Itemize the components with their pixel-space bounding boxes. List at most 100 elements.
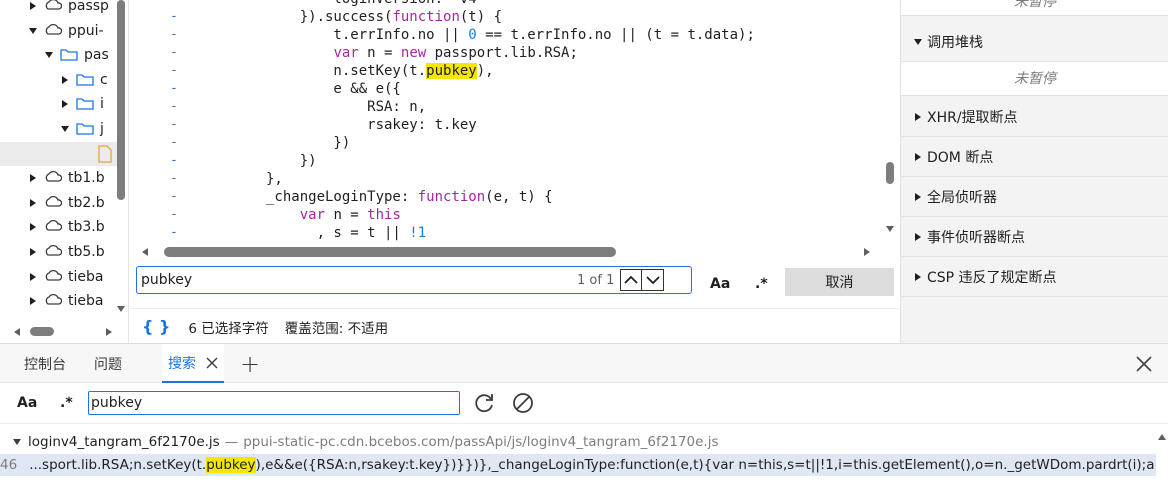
tab-issues[interactable]: 问题 [94, 344, 122, 383]
code-horizontal-scrollbar[interactable] [130, 243, 882, 261]
code-line-text: }, [266, 171, 283, 187]
close-drawer-button[interactable] [1136, 344, 1152, 383]
find-previous-button[interactable] [620, 269, 643, 291]
tab-search-label: 搜索 [168, 355, 196, 372]
scroll-left-arrow-icon[interactable] [12, 327, 22, 337]
search-toolbar: Aa .* [0, 383, 1168, 423]
breakpoint-section-header[interactable]: XHR/提取断点 [901, 97, 1168, 137]
triangle-down-icon[interactable] [44, 50, 54, 60]
gutter-marker: - [170, 45, 178, 60]
scroll-down-arrow-icon[interactable] [885, 224, 895, 234]
breakpoint-section-header[interactable]: DOM 断点 [901, 137, 1168, 177]
tree-item[interactable] [0, 141, 118, 166]
tree-item[interactable]: i [60, 92, 104, 116]
find-next-button[interactable] [642, 269, 665, 291]
code-line: - loginVersion: 'v4' [130, 0, 900, 8]
triangle-right-icon [915, 272, 921, 281]
scroll-down-arrow-icon[interactable] [116, 304, 126, 314]
code-line-text: n.setKey(t.pubkey), [266, 63, 494, 79]
tree-item[interactable]: tieba [28, 289, 103, 313]
tree-item[interactable]: j [60, 117, 104, 141]
breakpoint-section-label: CSP 违反了规定断点 [927, 269, 1057, 286]
tree-item-label: tb1.b [68, 170, 105, 187]
breakpoint-section-header[interactable]: 事件侦听器断点 [901, 217, 1168, 257]
tree-item[interactable]: tb2.b [28, 191, 105, 215]
cloud-icon [45, 171, 62, 182]
refresh-icon[interactable] [472, 391, 496, 415]
find-match-count: 1 of 1 [577, 272, 615, 288]
folder-icon [76, 123, 94, 135]
gutter-marker: - [170, 81, 178, 96]
tree-horizontal-scrollbar[interactable] [0, 322, 128, 342]
search-match-case-toggle[interactable]: Aa [17, 395, 37, 411]
search-regex-toggle[interactable]: .* [60, 395, 73, 411]
code-line-text: rsakey: t.key [266, 117, 477, 133]
triangle-right-icon[interactable] [28, 222, 38, 232]
triangle-right-icon[interactable] [28, 198, 38, 208]
tree-item[interactable]: tb3.b [28, 215, 105, 239]
tree-item-label: tieba [68, 268, 104, 285]
folder-icon [76, 98, 94, 111]
tree-item[interactable]: tieba [28, 265, 103, 289]
add-tab-button[interactable]: + [240, 344, 260, 383]
triangle-down-icon[interactable] [60, 124, 70, 134]
debugger-sidebar: 未暂停 调用堆栈 未暂停 XHR/提取断点 DOM 断点 全局侦听器 事件侦听器断点 C… [900, 0, 1168, 343]
triangle-right-icon[interactable] [60, 99, 70, 109]
tree-vertical-scroll-thumb[interactable] [117, 0, 125, 200]
code-line-text: loginVersion: 'v4' [266, 0, 485, 8]
triangle-down-icon[interactable] [28, 26, 38, 36]
find-match-case-toggle[interactable]: Aa [710, 276, 730, 292]
code-match-highlight: pubkey [426, 63, 477, 79]
scroll-right-arrow-icon[interactable] [104, 327, 114, 337]
tree-horizontal-scroll-thumb[interactable] [30, 327, 54, 336]
clear-icon[interactable] [511, 391, 535, 415]
code-line-text: var n = this [299, 207, 401, 223]
code-line-text: _changeLoginType: function(e, t) { [266, 189, 553, 205]
result-match-line[interactable]: 46 ...sport.lib.RSA;n.setKey(t. pubkey )… [0, 454, 1156, 476]
code-line-text: var n = new passport.lib.RSA; [333, 45, 578, 61]
code-keyword: this [367, 207, 401, 223]
find-cancel-button[interactable]: 取消 [785, 268, 894, 296]
result-file-row[interactable]: loginv4_tangram_6f2170e.js — ppui-static… [12, 432, 718, 452]
tree-item[interactable]: passp [28, 0, 109, 18]
tree-vertical-scrollbar[interactable] [116, 0, 126, 322]
scroll-left-arrow-icon[interactable] [140, 247, 150, 257]
close-icon[interactable] [206, 357, 218, 369]
tab-console[interactable]: 控制台 [24, 344, 66, 383]
triangle-right-icon[interactable] [28, 247, 38, 257]
code-line-text: }) [266, 135, 351, 151]
results-vertical-scrollbar[interactable] [1156, 424, 1168, 483]
triangle-right-icon[interactable] [28, 296, 38, 306]
callstack-section-header[interactable]: 调用堆栈 [901, 22, 1168, 62]
code-editor[interactable]: - loginVersion: 'v4'- }).success(functio… [130, 0, 900, 243]
find-input[interactable] [137, 268, 577, 292]
pretty-print-button[interactable]: { } [142, 317, 170, 336]
tree-item[interactable]: tb1.b [28, 166, 105, 190]
breakpoint-section-header[interactable]: 全局侦听器 [901, 177, 1168, 217]
triangle-right-icon[interactable] [28, 1, 38, 11]
code-line: - , s = t || !1 [130, 224, 900, 242]
code-line: - RSA: n, [130, 98, 900, 116]
code-number: !1 [409, 225, 427, 241]
code-keyword: var [333, 45, 359, 61]
triangle-right-icon[interactable] [28, 173, 38, 183]
code-vertical-scrollbar[interactable] [882, 0, 898, 243]
tab-search[interactable]: 搜索 [162, 344, 224, 383]
gutter-marker: - [170, 117, 178, 132]
file-icon [98, 144, 112, 163]
scroll-up-arrow-icon[interactable] [1157, 432, 1167, 442]
breakpoint-section-header[interactable]: CSP 违反了规定断点 [901, 257, 1168, 297]
tree-item[interactable]: c [60, 68, 108, 92]
tree-item[interactable]: tb5.b [28, 240, 105, 264]
search-input[interactable] [88, 391, 460, 415]
scroll-right-arrow-icon[interactable] [862, 247, 872, 257]
code-vertical-scroll-thumb[interactable] [886, 162, 894, 184]
triangle-right-icon[interactable] [60, 75, 70, 85]
code-line: - }) [130, 152, 900, 170]
tree-item[interactable]: pas [44, 43, 109, 67]
tree-item[interactable]: ppui- [28, 19, 104, 43]
tree-item-label: ppui- [68, 22, 104, 39]
find-regex-toggle[interactable]: .* [755, 276, 768, 292]
code-horizontal-scroll-thumb[interactable] [164, 247, 616, 257]
triangle-right-icon[interactable] [28, 272, 38, 282]
